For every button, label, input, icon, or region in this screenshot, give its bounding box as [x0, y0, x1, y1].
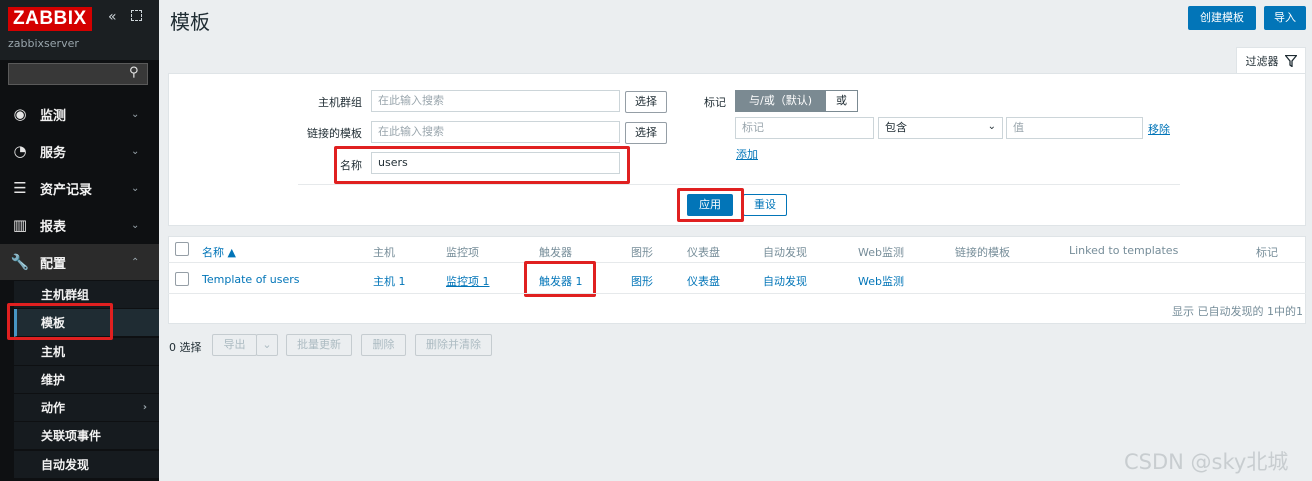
import-button[interactable]: 导入: [1264, 6, 1306, 30]
column-header-items: 监控项: [446, 246, 479, 259]
chevron-up-icon: ⌃: [131, 256, 140, 268]
watermark: CSDN @sky北城: [1124, 450, 1289, 474]
tag-name-input[interactable]: 标记: [735, 117, 874, 139]
tag-operator-value: 包含: [885, 121, 907, 134]
delete-and-clear-button[interactable]: 删除并清除: [415, 334, 492, 356]
header-divider: [168, 262, 1306, 263]
menu-item-configuration[interactable]: 🔧 配置 ⌃: [0, 244, 159, 280]
server-name: zabbixserver: [8, 37, 79, 50]
column-header-linked-templates: 链接的模板: [955, 246, 1010, 259]
column-header-tags: 标记: [1256, 246, 1278, 259]
row-divider: [168, 293, 1306, 294]
apply-button[interactable]: 应用: [687, 194, 733, 216]
linked-templates-label: 链接的模板: [307, 127, 362, 140]
remove-tag-link[interactable]: 移除: [1148, 121, 1170, 137]
tags-or-toggle[interactable]: 或: [825, 90, 858, 112]
menu-label: 监测: [40, 108, 67, 124]
template-name-link[interactable]: Template of users: [202, 273, 300, 286]
triggers-link[interactable]: 触发器 1: [539, 273, 583, 289]
select-all-checkbox[interactable]: [175, 242, 189, 256]
tag-operator-select[interactable]: 包含 ⌄: [878, 117, 1003, 139]
mass-update-button[interactable]: 批量更新: [286, 334, 352, 356]
menu-label: 报表: [40, 219, 67, 235]
filter-icon: [1284, 54, 1297, 67]
submenu-item-event-correlation[interactable]: 关联项事件: [14, 422, 159, 450]
chevron-down-icon: ⌄: [262, 338, 272, 351]
chevron-right-icon: ›: [142, 402, 147, 413]
page-title: 模板: [170, 10, 210, 34]
dashboards-link[interactable]: 仪表盘: [687, 273, 720, 289]
host-group-label: 主机群组: [318, 96, 362, 109]
bar-chart-icon: ▥: [12, 216, 28, 234]
add-tag-link[interactable]: 添加: [736, 146, 758, 162]
submenu-item-discovery[interactable]: 自动发现: [14, 451, 159, 479]
filter-separator: [298, 184, 1180, 185]
column-header-hosts: 主机: [373, 246, 395, 259]
discovery-link[interactable]: 自动发现: [763, 273, 807, 289]
kiosk-mode-icon[interactable]: [131, 10, 142, 21]
menu-item-reports[interactable]: ▥ 报表 ⌄: [0, 207, 159, 243]
menu-label: 配置: [40, 256, 67, 272]
table-footer-count: 显示 已自动发现的 1中的1: [1172, 305, 1303, 318]
chevron-down-icon: ⌄: [131, 145, 140, 157]
export-dropdown-button[interactable]: ⌄: [256, 334, 278, 356]
tag-value-input[interactable]: 值: [1006, 117, 1143, 139]
export-button[interactable]: 导出: [212, 334, 257, 356]
linked-templates-input[interactable]: 在此输入搜索: [371, 121, 620, 143]
list-icon: ☰: [13, 179, 27, 197]
submenu-label: 动作: [41, 401, 66, 415]
submenu-item-actions[interactable]: 动作 ›: [14, 394, 159, 422]
column-header-linked-to-templates: Linked to templates: [1069, 244, 1179, 257]
clock-icon: ◔: [13, 142, 27, 160]
row-checkbox[interactable]: [175, 272, 189, 286]
sidebar-header: ZABBIX « zabbixserver: [0, 0, 159, 60]
name-label: 名称: [340, 159, 362, 172]
submenu-item-host-groups[interactable]: 主机群组: [14, 281, 159, 309]
host-group-select-button[interactable]: 选择: [625, 91, 667, 113]
sidebar: ZABBIX « zabbixserver ⚲ ◉ 监测 ⌄ ◔ 服务 ⌄ ☰ …: [0, 0, 159, 481]
menu-item-monitoring[interactable]: ◉ 监测 ⌄: [0, 96, 159, 132]
name-input[interactable]: users: [371, 152, 620, 174]
column-header-graphs: 图形: [631, 246, 653, 259]
delete-button[interactable]: 删除: [361, 334, 406, 356]
column-header-triggers: 触发器: [539, 246, 572, 259]
chevron-down-icon: ⌄: [987, 121, 996, 132]
sidebar-search-input[interactable]: [8, 63, 148, 85]
zabbix-logo[interactable]: ZABBIX: [8, 7, 92, 31]
column-header-web: Web监测: [858, 246, 904, 259]
web-link[interactable]: Web监测: [858, 273, 904, 289]
column-header-dashboards: 仪表盘: [687, 246, 720, 259]
wrench-icon: 🔧: [10, 253, 30, 271]
filter-tab[interactable]: 过滤器: [1236, 47, 1306, 73]
create-template-button[interactable]: 创建模板: [1188, 6, 1256, 30]
host-group-input[interactable]: 在此输入搜索: [371, 90, 620, 112]
linked-templates-select-button[interactable]: 选择: [625, 122, 667, 144]
hosts-link[interactable]: 主机 1: [373, 273, 406, 289]
selected-count: 0 选择: [169, 341, 202, 354]
items-link[interactable]: 监控项 1: [446, 273, 490, 289]
graphs-link[interactable]: 图形: [631, 273, 653, 289]
search-icon[interactable]: ⚲: [129, 65, 139, 80]
column-header-name[interactable]: 名称 ▲: [202, 244, 236, 260]
submenu-item-maintenance[interactable]: 维护: [14, 366, 159, 394]
chevron-down-icon: ⌄: [131, 182, 140, 194]
submenu-item-templates[interactable]: 模板: [14, 309, 159, 337]
menu-item-inventory[interactable]: ☰ 资产记录 ⌄: [0, 170, 159, 206]
chevron-down-icon: ⌄: [131, 108, 140, 120]
collapse-sidebar-icon[interactable]: «: [108, 9, 117, 25]
reset-button[interactable]: 重设: [743, 194, 787, 216]
menu-label: 服务: [40, 145, 67, 161]
menu-item-services[interactable]: ◔ 服务 ⌄: [0, 133, 159, 169]
column-header-discovery: 自动发现: [763, 246, 807, 259]
chevron-down-icon: ⌄: [131, 219, 140, 231]
filter-tab-label: 过滤器: [1245, 54, 1279, 68]
submenu-item-hosts[interactable]: 主机: [14, 338, 159, 366]
configuration-submenu: 主机群组 模板 主机 维护 动作 › 关联项事件 自动发现: [0, 281, 159, 481]
eye-icon: ◉: [13, 105, 27, 123]
tags-label: 标记: [704, 96, 726, 109]
menu-label: 资产记录: [40, 182, 93, 198]
tags-and-or-toggle[interactable]: 与/或（默认): [735, 90, 826, 112]
